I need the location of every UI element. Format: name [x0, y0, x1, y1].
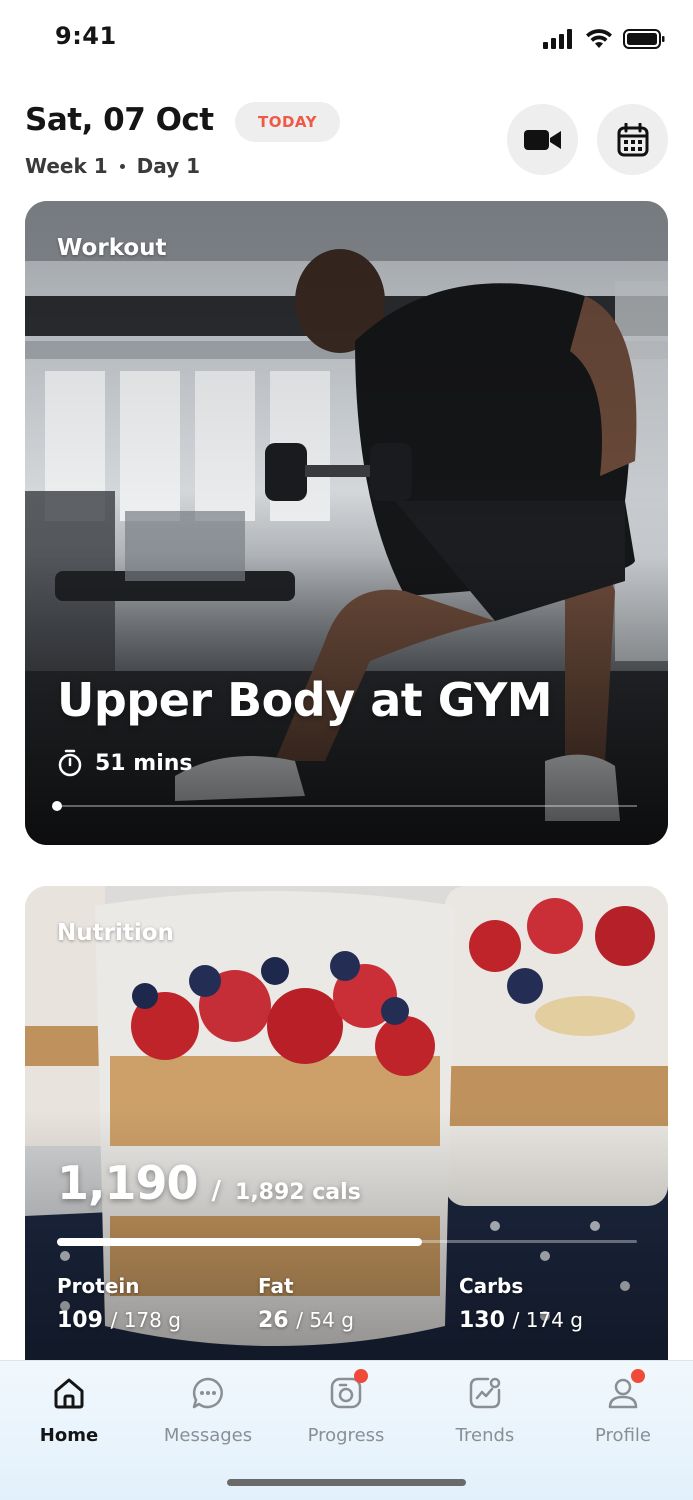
tab-profile[interactable]: Profile [563, 1369, 683, 1453]
macro-protein: Protein 109 / 178 g [57, 1274, 181, 1333]
profile-icon [603, 1369, 645, 1413]
progress-notification-dot [354, 1369, 368, 1383]
workout-label: Workout [57, 235, 167, 261]
status-bar: 9:41 [0, 0, 693, 76]
macro-value: 109 [57, 1308, 103, 1333]
workout-duration: 51 mins [57, 749, 193, 777]
date-title: Sat, 07 Oct [25, 102, 214, 138]
tab-progress[interactable]: Progress [286, 1369, 406, 1453]
calendar-icon [617, 122, 648, 156]
day-label: Day 1 [136, 154, 201, 178]
status-time: 9:41 [55, 22, 117, 50]
workout-title: Upper Body at GYM [57, 673, 553, 727]
video-camera-icon [523, 129, 561, 150]
separator-dot [119, 163, 125, 169]
calories-summary: 1,190 / 1,892 cals [57, 1156, 361, 1210]
calories-separator: / [211, 1176, 222, 1206]
macro-carbs: Carbs 130 / 174 g [459, 1274, 583, 1333]
calories-progress-bar [57, 1237, 637, 1246]
wifi-icon [586, 29, 612, 48]
header: Sat, 07 Oct TODAY Week 1 Day 1 [0, 96, 693, 196]
tab-home[interactable]: Home [9, 1373, 129, 1453]
tab-label: Trends [455, 1425, 515, 1446]
tab-messages[interactable]: Messages [148, 1373, 268, 1453]
nutrition-card[interactable]: Nutrition 1,190 / 1,892 cals Protein 109… [25, 886, 668, 1386]
tab-label: Progress [307, 1425, 385, 1446]
macro-goal: / 174 g [512, 1308, 583, 1332]
calories-progress-fill [57, 1237, 422, 1246]
workout-card[interactable]: Workout Upper Body at GYM 51 mins [25, 201, 668, 845]
macro-value: 130 [459, 1308, 505, 1333]
workout-progress-track[interactable] [52, 801, 637, 811]
tab-trends[interactable]: Trends [425, 1373, 545, 1453]
macro-name: Carbs [459, 1274, 524, 1298]
macro-fat: Fat 26 / 54 g [258, 1274, 354, 1333]
macro-goal: / 54 g [296, 1308, 354, 1332]
stopwatch-icon [58, 749, 82, 777]
today-badge[interactable]: TODAY [235, 102, 340, 142]
home-indicator[interactable] [227, 1479, 466, 1486]
macro-name: Fat [258, 1274, 294, 1298]
calories-consumed: 1,190 [57, 1156, 199, 1210]
tab-label: Messages [163, 1425, 253, 1446]
macro-values: 109 / 178 g [57, 1308, 181, 1333]
message-icon [188, 1373, 228, 1413]
battery-icon [623, 29, 665, 49]
macro-values: 130 / 174 g [459, 1308, 583, 1333]
macro-values: 26 / 54 g [258, 1308, 354, 1333]
profile-notification-dot [631, 1369, 645, 1383]
progress-icon [326, 1369, 368, 1413]
workout-progress-knob[interactable] [52, 801, 62, 811]
status-icons [543, 26, 665, 52]
cellular-signal-icon [543, 29, 572, 49]
trends-icon [465, 1373, 505, 1413]
macros: Protein 109 / 178 g Fat 26 / 54 g Carbs … [57, 1274, 637, 1344]
tab-label: Home [39, 1425, 99, 1446]
calories-goal: 1,892 cals [235, 1180, 361, 1205]
video-button[interactable] [507, 104, 578, 175]
tab-label: Profile [595, 1425, 651, 1446]
macro-goal: / 178 g [110, 1308, 181, 1332]
duration-text: 51 mins [95, 750, 193, 776]
calendar-button[interactable] [597, 104, 668, 175]
home-icon [49, 1373, 89, 1413]
week-label: Week 1 [25, 154, 108, 178]
week-day-info: Week 1 Day 1 [25, 154, 200, 178]
macro-value: 26 [258, 1308, 289, 1333]
macro-name: Protein [57, 1274, 140, 1298]
nutrition-label: Nutrition [57, 920, 174, 946]
